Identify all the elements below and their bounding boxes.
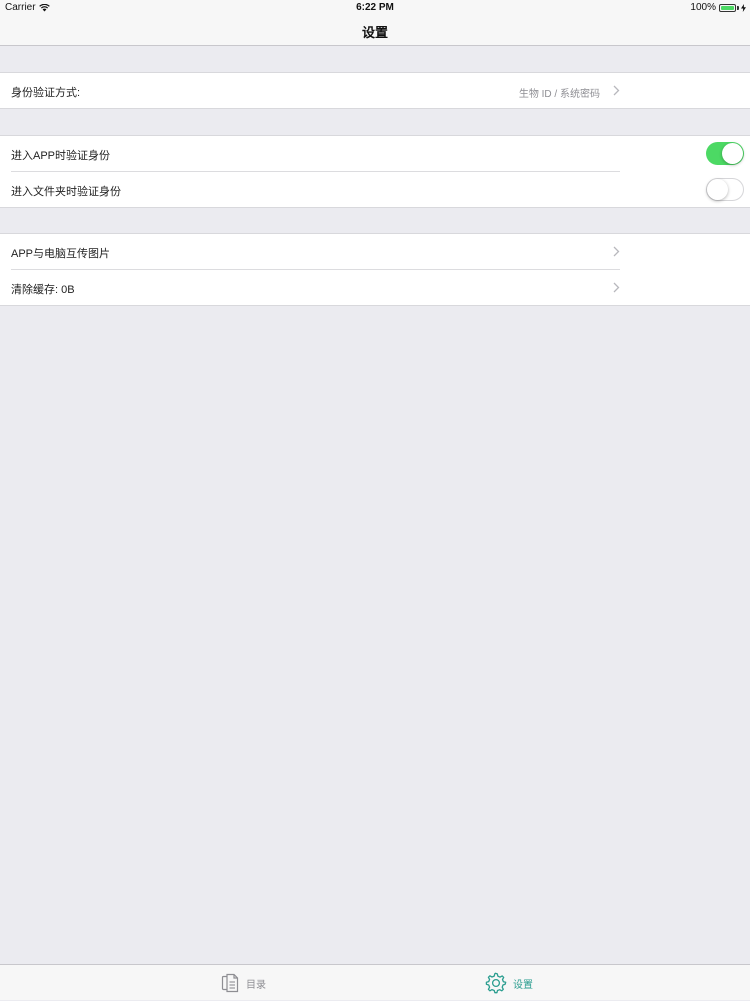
clear-cache-label: 清除缓存: 0B xyxy=(11,284,75,296)
verify-folder-label: 进入文件夹时验证身份 xyxy=(11,186,121,198)
document-icon xyxy=(221,973,239,993)
transfer-images-row[interactable]: APP与电脑互传图片 xyxy=(0,234,750,270)
chevron-right-icon xyxy=(613,246,620,257)
tab-settings-label: 设置 xyxy=(513,979,533,991)
clear-cache-row[interactable]: 清除缓存: 0B xyxy=(0,270,750,306)
battery-percent: 100% xyxy=(690,2,716,13)
verify-folder-row: 进入文件夹时验证身份 xyxy=(0,172,750,208)
battery-icon xyxy=(719,3,736,12)
toggle-knob xyxy=(722,143,743,164)
status-bar: Carrier 6:22 PM 100% xyxy=(0,0,750,14)
transfer-images-label: APP与电脑互传图片 xyxy=(11,248,111,260)
toggle-knob xyxy=(707,179,728,200)
gear-icon xyxy=(485,972,507,994)
other-section: APP与电脑互传图片 清除缓存: 0B xyxy=(0,233,750,306)
tab-bar: 目录 设置 xyxy=(0,964,750,1000)
verify-app-row: 进入APP时验证身份 xyxy=(0,136,750,172)
tab-settings[interactable]: 设置 xyxy=(485,965,533,1001)
navigation-bar: 设置 xyxy=(0,14,750,46)
chevron-right-icon xyxy=(613,85,620,96)
auth-section: 身份验证方式: 生物 ID / 系统密码 xyxy=(0,72,750,109)
verify-app-toggle[interactable] xyxy=(706,142,744,165)
verify-app-label: 进入APP时验证身份 xyxy=(11,150,111,162)
page-title: 设置 xyxy=(361,25,388,40)
tab-catalog-label: 目录 xyxy=(246,979,266,991)
battery-info: 100% xyxy=(690,2,746,13)
verify-folder-toggle[interactable] xyxy=(706,178,744,201)
chevron-right-icon xyxy=(613,282,620,293)
auth-method-value: 生物 ID / 系统密码 xyxy=(518,89,600,100)
auth-method-label: 身份验证方式: xyxy=(11,87,81,99)
battery-tip xyxy=(737,5,739,10)
battery-fill xyxy=(721,5,734,10)
clock: 6:22 PM xyxy=(356,2,394,13)
tab-catalog[interactable]: 目录 xyxy=(220,965,266,1001)
auth-method-row[interactable]: 身份验证方式: 生物 ID / 系统密码 xyxy=(0,73,750,109)
verify-section: 进入APP时验证身份 进入文件夹时验证身份 xyxy=(0,135,750,208)
charging-icon xyxy=(741,3,746,12)
